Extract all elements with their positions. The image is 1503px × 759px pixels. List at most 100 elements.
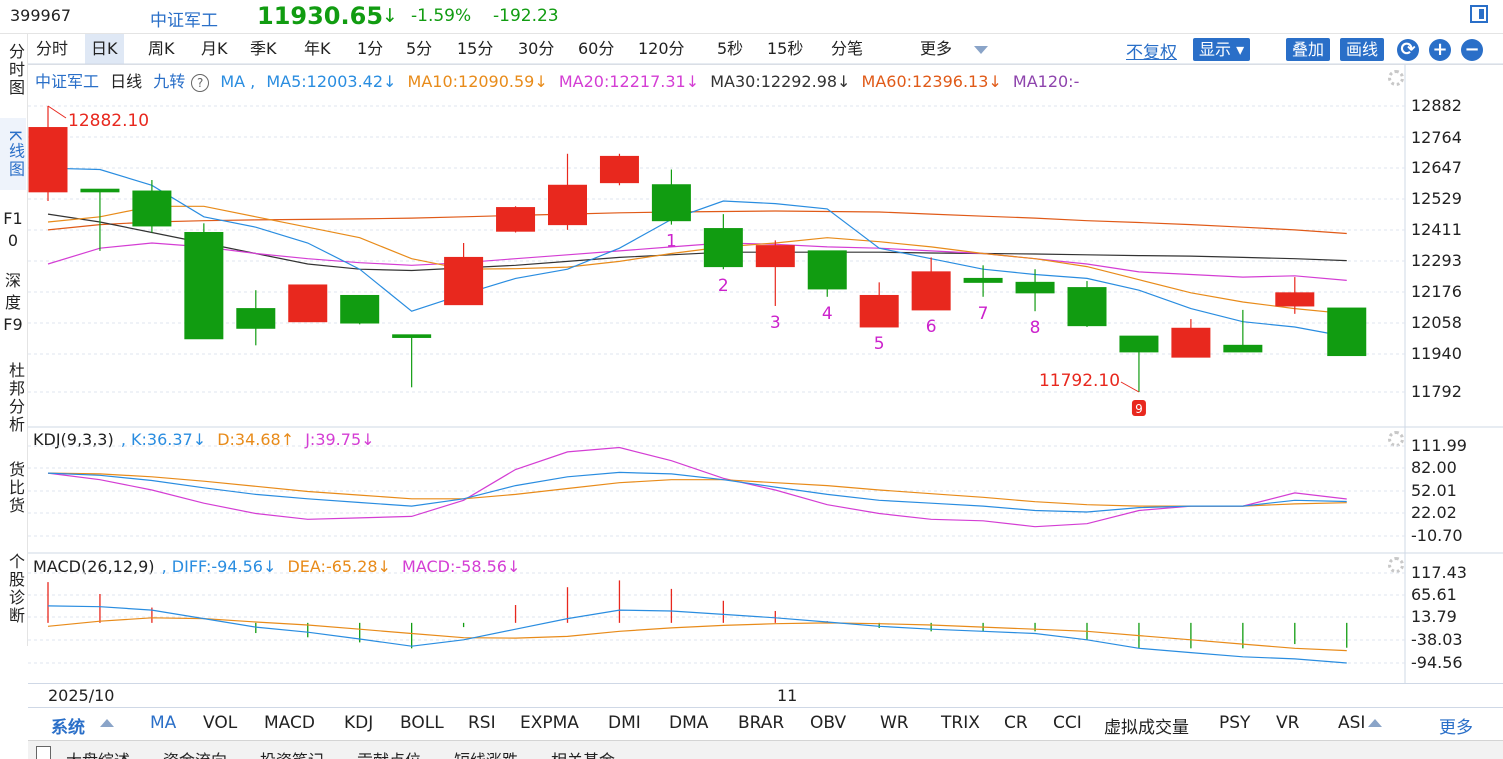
kdj-axis-label: 22.02: [1411, 503, 1457, 522]
candle-body: [599, 155, 639, 184]
indicator-tab-18[interactable]: VR: [1276, 713, 1299, 733]
macd-diff-line: [47, 605, 1347, 664]
indicator-tab-16[interactable]: 虚拟成交量: [1104, 713, 1189, 738]
candle-body: [80, 188, 120, 193]
bottom-tab-0[interactable]: 大盘综述: [66, 747, 130, 759]
indicator-tab-bar: 系统 MA VOL MACD KDJ BOLL RSI EXPMA DMI DMA BRAR OBV W…: [28, 707, 1503, 740]
macd-axis-label: 13.79: [1411, 607, 1457, 626]
low-annotation: 11792.10: [1039, 371, 1120, 391]
price-axis-label: 12411: [1411, 220, 1462, 239]
kline-chart[interactable]: 12882.10 11792.10 9 1 2 3 4 5 6 7 8: [0, 0, 1503, 758]
date-label-nov: 11: [777, 686, 798, 705]
candle-body: [132, 190, 172, 227]
candle-body: [911, 271, 951, 311]
indicator-tab-17[interactable]: PSY: [1219, 713, 1250, 733]
price-axis-label: 11940: [1411, 344, 1462, 363]
indicator-tab-8[interactable]: DMI: [608, 713, 641, 733]
kdj-axis-label: 111.99: [1411, 436, 1467, 455]
sys-dropdown-icon[interactable]: [100, 719, 114, 727]
nine-count-label: 2: [718, 276, 729, 296]
high-annotation: 12882.10: [68, 111, 149, 131]
candle-body: [444, 256, 484, 306]
macd-axis-label: -94.56: [1411, 653, 1463, 672]
ma10-line: [47, 205, 1347, 315]
candle-body: [1171, 327, 1211, 358]
candle-body: [496, 207, 536, 232]
indicator-tab-5[interactable]: BOLL: [400, 713, 444, 733]
candle-body: [807, 250, 847, 290]
nine-count-label: 5: [874, 334, 885, 354]
candle-body: [392, 334, 432, 338]
indicator-tab-0[interactable]: 系统: [51, 713, 85, 738]
indicator-tab-9[interactable]: DMA: [669, 713, 708, 733]
candle-body: [703, 228, 743, 268]
nine-count-label: 6: [926, 317, 937, 337]
indicator-tab-3[interactable]: MACD: [264, 713, 315, 733]
price-axis-label: 12293: [1411, 251, 1462, 270]
candle-body: [1275, 292, 1315, 307]
candle-body: [1119, 335, 1159, 353]
kdj-axis-label: 52.01: [1411, 481, 1457, 500]
indicator-more-link[interactable]: 更多: [1439, 713, 1473, 738]
indicator-tab-11[interactable]: OBV: [810, 713, 846, 733]
candle-body: [1223, 344, 1263, 353]
indicator-tab-13[interactable]: TRIX: [941, 713, 980, 733]
date-label-oct: 2025/10: [48, 686, 115, 705]
indicator-tab-1[interactable]: MA: [150, 713, 176, 733]
bottom-tab-bar: 大盘综述 资金流向 投资笔记 贡献点位 短线涨跌 相关基金: [28, 740, 1503, 759]
price-axis-label: 12882: [1411, 96, 1462, 115]
bottom-tab-3[interactable]: 贡献点位: [357, 747, 421, 759]
candle-body: [236, 308, 276, 329]
indicator-tab-10[interactable]: BRAR: [738, 713, 784, 733]
macd-dea-line: [47, 617, 1347, 652]
bottom-tab-4[interactable]: 短线涨跌: [454, 747, 518, 759]
indicator-tab-2[interactable]: VOL: [203, 713, 237, 733]
macd-axis-label: 117.43: [1411, 563, 1467, 582]
macd-axis-label: -38.03: [1411, 630, 1463, 649]
asi-dropdown-icon[interactable]: [1368, 719, 1382, 727]
bottom-tab-2[interactable]: 投资笔记: [260, 747, 324, 759]
nine-count-label: 1: [666, 232, 677, 252]
candle-body: [184, 231, 224, 340]
indicator-tab-15[interactable]: CCI: [1053, 713, 1082, 733]
candle-body: [28, 127, 68, 193]
candle-body: [1327, 307, 1367, 357]
candle-body: [1067, 287, 1107, 327]
candle-body: [755, 245, 795, 268]
price-axis-label: 12764: [1411, 128, 1462, 147]
candle-body: [1015, 281, 1055, 294]
kdj-j-line: [47, 446, 1347, 528]
indicator-tab-7[interactable]: EXPMA: [520, 713, 579, 733]
candle-body: [288, 284, 328, 323]
candle-body: [548, 184, 587, 226]
price-axis-label: 12529: [1411, 189, 1462, 208]
price-axis-label: 12176: [1411, 282, 1462, 301]
candle-body: [963, 277, 1003, 283]
price-axis-label: 12647: [1411, 158, 1462, 177]
macd-axis-label: 65.61: [1411, 585, 1457, 604]
nine-count-label: 4: [822, 304, 833, 324]
indicator-tab-6[interactable]: RSI: [468, 713, 496, 733]
price-axis-label: 11792: [1411, 382, 1462, 401]
low-marker-line: [1120, 381, 1140, 393]
date-axis: 2025/10 11: [28, 683, 1503, 708]
candle-body: [859, 294, 899, 328]
bottom-tab-5[interactable]: 相关基金: [551, 747, 615, 759]
indicator-tab-19[interactable]: ASI: [1338, 713, 1365, 733]
kdj-d-line: [47, 472, 1347, 507]
price-axis-label: 12058: [1411, 313, 1462, 332]
nine-badge-label: 9: [1135, 402, 1143, 416]
bottom-tab-1[interactable]: 资金流向: [163, 747, 227, 759]
nine-count-label: 3: [770, 313, 781, 333]
kdj-axis-label: -10.70: [1411, 526, 1463, 545]
indicator-tab-12[interactable]: WR: [880, 713, 909, 733]
ma20-line: [47, 242, 1347, 281]
indicator-tab-14[interactable]: CR: [1004, 713, 1028, 733]
indicator-tab-4[interactable]: KDJ: [344, 713, 373, 733]
nine-count-label: 8: [1030, 318, 1041, 338]
nine-count-label: 7: [978, 304, 989, 324]
candle-body: [340, 294, 380, 324]
high-marker-line: [47, 105, 67, 119]
candle-body: [651, 184, 691, 222]
collapse-checkbox-icon[interactable]: [36, 746, 51, 759]
